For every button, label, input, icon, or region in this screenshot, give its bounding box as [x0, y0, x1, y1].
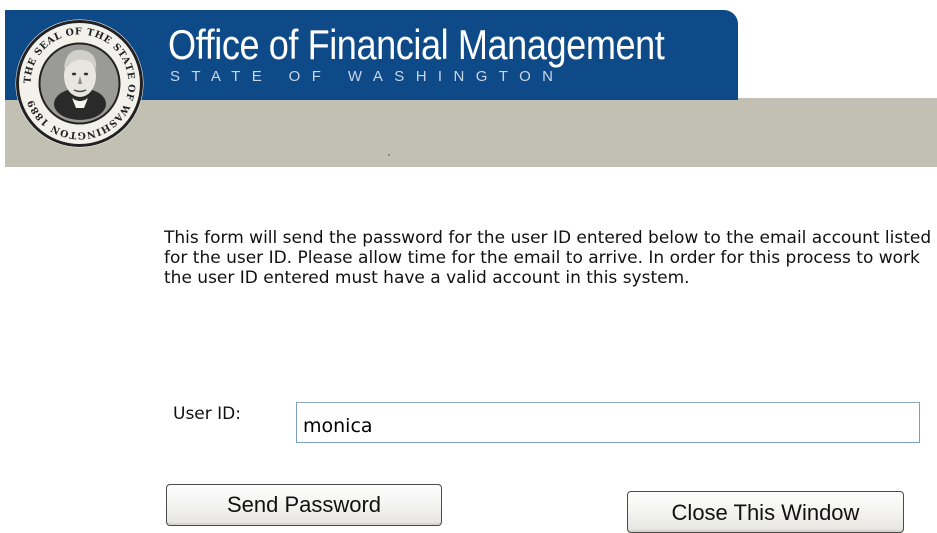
send-password-button[interactable]: Send Password — [166, 484, 442, 526]
user-id-label: User ID: — [173, 404, 241, 424]
state-seal-icon: THE SEAL OF THE STATE OF WASHINGTON 1889 — [15, 19, 144, 148]
user-id-input[interactable] — [296, 402, 920, 443]
instructions-text: This form will send the password for the… — [164, 228, 932, 288]
page: THE SEAL OF THE STATE OF WASHINGTON 1889… — [0, 0, 937, 533]
close-window-button[interactable]: Close This Window — [627, 491, 904, 533]
banner-divider-dot — [388, 154, 390, 156]
org-title: Office of Financial Management — [168, 21, 665, 68]
org-subtitle: STATE OF WASHINGTON — [170, 68, 565, 85]
